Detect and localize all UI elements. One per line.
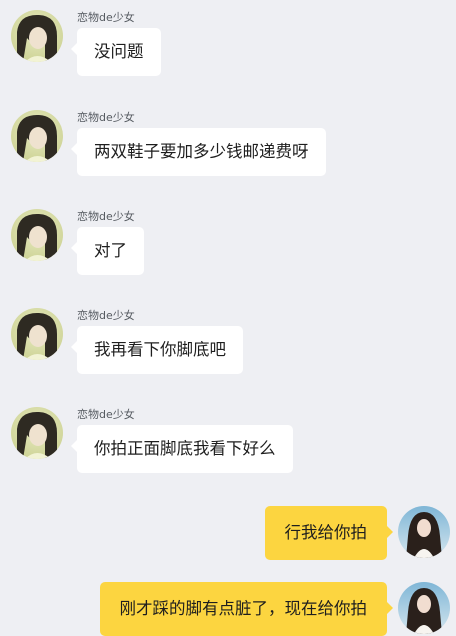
- chat-area: 恋物de少女 没问题 恋物de少女 两双鞋子要加多少钱邮递费呀 恋物de少女 对…: [0, 0, 456, 636]
- avatar-image: [11, 209, 63, 261]
- outgoing-message-bubble[interactable]: 刚才踩的脚有点脏了，现在给你拍: [99, 582, 393, 636]
- avatar-image: [11, 10, 63, 62]
- outgoing-message-bubble[interactable]: 行我给你拍: [264, 506, 393, 560]
- incoming-message-bubble[interactable]: 我再看下你脚底吧: [71, 326, 243, 374]
- avatar-image: [11, 308, 63, 360]
- avatar-image: [398, 582, 450, 634]
- contact-avatar[interactable]: [11, 110, 63, 162]
- incoming-message-bubble[interactable]: 两双鞋子要加多少钱邮递费呀: [71, 128, 326, 176]
- sender-name: 恋物de少女: [77, 111, 135, 124]
- incoming-message-bubble[interactable]: 对了: [71, 227, 144, 275]
- contact-avatar[interactable]: [11, 209, 63, 261]
- avatar-image: [11, 407, 63, 459]
- self-avatar[interactable]: [398, 506, 450, 558]
- contact-avatar[interactable]: [11, 10, 63, 62]
- contact-avatar[interactable]: [11, 407, 63, 459]
- sender-name: 恋物de少女: [77, 210, 135, 223]
- contact-avatar[interactable]: [11, 308, 63, 360]
- self-avatar[interactable]: [398, 582, 450, 634]
- avatar-image: [398, 506, 450, 558]
- incoming-message-bubble[interactable]: 你拍正面脚底我看下好么: [71, 425, 293, 473]
- sender-name: 恋物de少女: [77, 408, 135, 421]
- avatar-image: [11, 110, 63, 162]
- sender-name: 恋物de少女: [77, 11, 135, 24]
- incoming-message-bubble[interactable]: 没问题: [71, 28, 161, 76]
- sender-name: 恋物de少女: [77, 309, 135, 322]
